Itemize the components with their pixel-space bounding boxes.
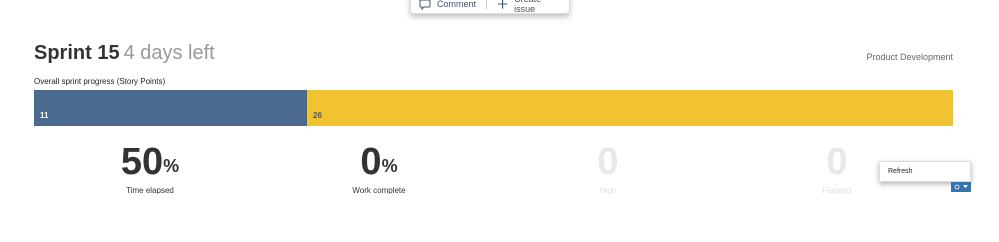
progress-label: Overall sprint progress (Story Points) (34, 77, 166, 86)
stat-work-complete: 0% Work complete (309, 140, 449, 195)
stat-value: 0 (597, 141, 619, 183)
create-issue-label: Create issue (514, 0, 541, 14)
stat-value: 0% (360, 141, 398, 183)
stat-time-elapsed: 50% Time elapsed (80, 140, 220, 195)
sprint-progress-bar: 11 26 (34, 90, 953, 126)
progress-done-segment[interactable]: 11 (34, 90, 307, 126)
progress-done-value: 11 (40, 111, 49, 120)
comment-button[interactable]: Comment (419, 0, 476, 10)
stat-high: 0 High (538, 140, 678, 195)
progress-todo-segment[interactable]: 26 (307, 90, 953, 126)
refresh-menu-item[interactable]: Refresh (879, 161, 971, 182)
comment-label: Comment (437, 0, 477, 9)
stat-value: 50% (120, 141, 180, 183)
sprint-title: Sprint 15 4 days left (34, 42, 215, 64)
toolbar-divider (486, 0, 487, 9)
refresh-dropdown-button[interactable] (951, 182, 971, 192)
days-left: 4 days left (123, 42, 215, 64)
chevron-down-icon (963, 185, 968, 188)
progress-todo-value: 26 (313, 111, 322, 120)
refresh-icon (954, 184, 960, 190)
sprint-name: Sprint 15 (34, 42, 120, 64)
comment-icon (419, 0, 431, 10)
plus-icon (497, 0, 508, 9)
create-issue-button[interactable]: Create issue (497, 0, 561, 14)
project-name[interactable]: Product Development (866, 52, 953, 62)
floating-toolbar: Comment Create issue (410, 0, 570, 14)
bottom-clip (0, 194, 999, 242)
